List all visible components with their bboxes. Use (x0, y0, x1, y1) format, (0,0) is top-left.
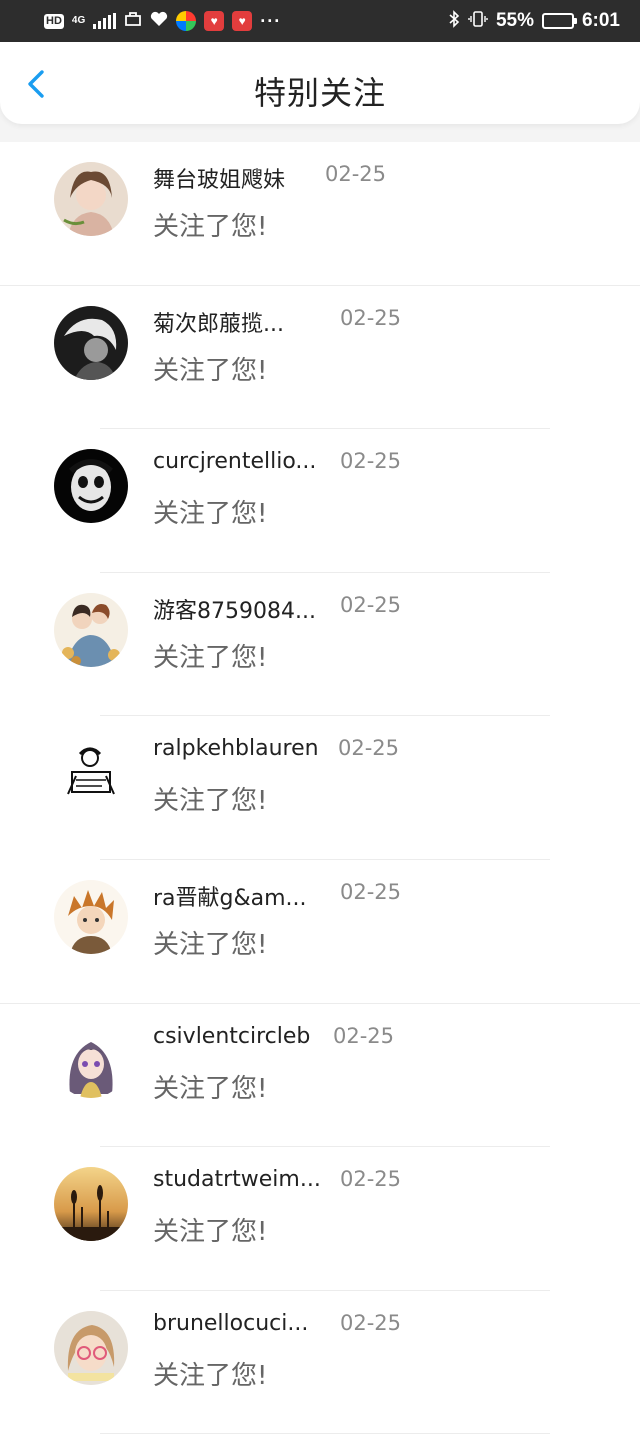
user-name[interactable]: 菊次郎菔揽... (153, 306, 323, 338)
clock: 6:01 (581, 10, 620, 31)
notification-message: 关注了您! (153, 1360, 268, 1391)
notification-date: 02-25 (340, 592, 402, 617)
notification-message: 关注了您! (153, 212, 268, 242)
notification-message: 关注了您! (153, 929, 268, 960)
more-notifications-icon: ··· (260, 10, 282, 31)
notification-message: 关注了您! (153, 786, 268, 817)
notification-row[interactable]: ra晋献g&am... 02-25 关注了您! (0, 860, 640, 1004)
network-label: 4G (71, 15, 86, 26)
battery-percent: 55% (495, 10, 534, 31)
avatar[interactable] (54, 736, 128, 811)
red-heart-app-icon: ♥ (204, 11, 225, 31)
notification-date: 02-25 (338, 736, 400, 761)
notification-message: 关注了您! (153, 499, 268, 530)
avatar[interactable] (54, 879, 128, 954)
notification-message: 关注了您! (153, 1073, 268, 1104)
notification-date: 02-25 (340, 879, 402, 904)
notification-row[interactable]: curcjrentellio... 02-25 关注了您! (0, 429, 640, 573)
status-left: HD 4G ♥ ♥ ··· (44, 11, 281, 32)
avatar[interactable] (54, 162, 128, 236)
notification-message: 关注了您! (153, 642, 268, 673)
hd-badge: HD (44, 13, 64, 29)
battery-icon (541, 13, 577, 29)
notification-date: 02-25 (333, 1023, 395, 1048)
status-right: 55% 6:01 (448, 9, 620, 33)
notification-row[interactable]: ralpkehblauren 02-25 关注了您! (0, 716, 640, 860)
user-name[interactable]: brunellocuci... (153, 1311, 323, 1336)
notification-date: 02-25 (340, 1310, 402, 1335)
notification-date: 02-25 (340, 305, 402, 330)
user-name[interactable]: 游客8759084... (153, 593, 323, 625)
user-name[interactable]: 舞台玻姐飕妹 (153, 162, 323, 194)
follow-notification-list: 舞台玻姐飕妹 02-25 关注了您! 菊次郎菔揽... 02-25 关注了您! curcjr… (0, 142, 640, 1434)
user-name[interactable]: studatrtweim... (153, 1167, 323, 1192)
notification-row[interactable]: studatrtweim... 02-25 关注了您! (0, 1147, 640, 1291)
notification-row[interactable]: brunellocuci... 02-25 关注了您! (0, 1291, 640, 1434)
notification-date: 02-25 (340, 449, 402, 474)
user-name[interactable]: csivlentcircleb (153, 1024, 317, 1049)
avatar[interactable] (54, 305, 128, 380)
multicolor-app-icon (176, 11, 197, 31)
notification-date: 02-25 (325, 162, 387, 186)
avatar[interactable] (54, 1023, 128, 1098)
avatar[interactable] (54, 592, 128, 667)
header-area: 特别关注 (0, 42, 640, 142)
nav-bar: 特别关注 (0, 42, 640, 124)
avatar[interactable] (54, 449, 128, 524)
vibrate-icon (468, 10, 488, 33)
bag-icon (124, 11, 142, 32)
notification-row[interactable]: 舞台玻姐飕妹 02-25 关注了您! (0, 142, 640, 286)
notification-message: 关注了您! (153, 355, 268, 386)
heart-icon (150, 11, 168, 32)
notification-row[interactable]: csivlentcircleb 02-25 关注了您! (0, 1004, 640, 1148)
user-name[interactable]: curcjrentellio... (153, 449, 323, 474)
notification-message: 关注了您! (153, 1217, 268, 1248)
status-bar: HD 4G ♥ ♥ ··· 55% 6:01 (0, 0, 640, 42)
notification-date: 02-25 (340, 1167, 402, 1192)
user-name[interactable]: ra晋献g&am... (153, 880, 323, 912)
red-heart-app-icon: ♥ (232, 11, 253, 31)
notification-row[interactable]: 游客8759084... 02-25 关注了您! (0, 573, 640, 717)
avatar[interactable] (54, 1167, 128, 1242)
user-name[interactable]: ralpkehblauren (153, 736, 323, 761)
page-title: 特别关注 (253, 74, 386, 112)
notification-row[interactable]: 菊次郎菔揽... 02-25 关注了您! (0, 286, 640, 430)
signal-icon (93, 13, 117, 29)
bluetooth-icon (448, 9, 460, 33)
avatar[interactable] (54, 1310, 128, 1385)
